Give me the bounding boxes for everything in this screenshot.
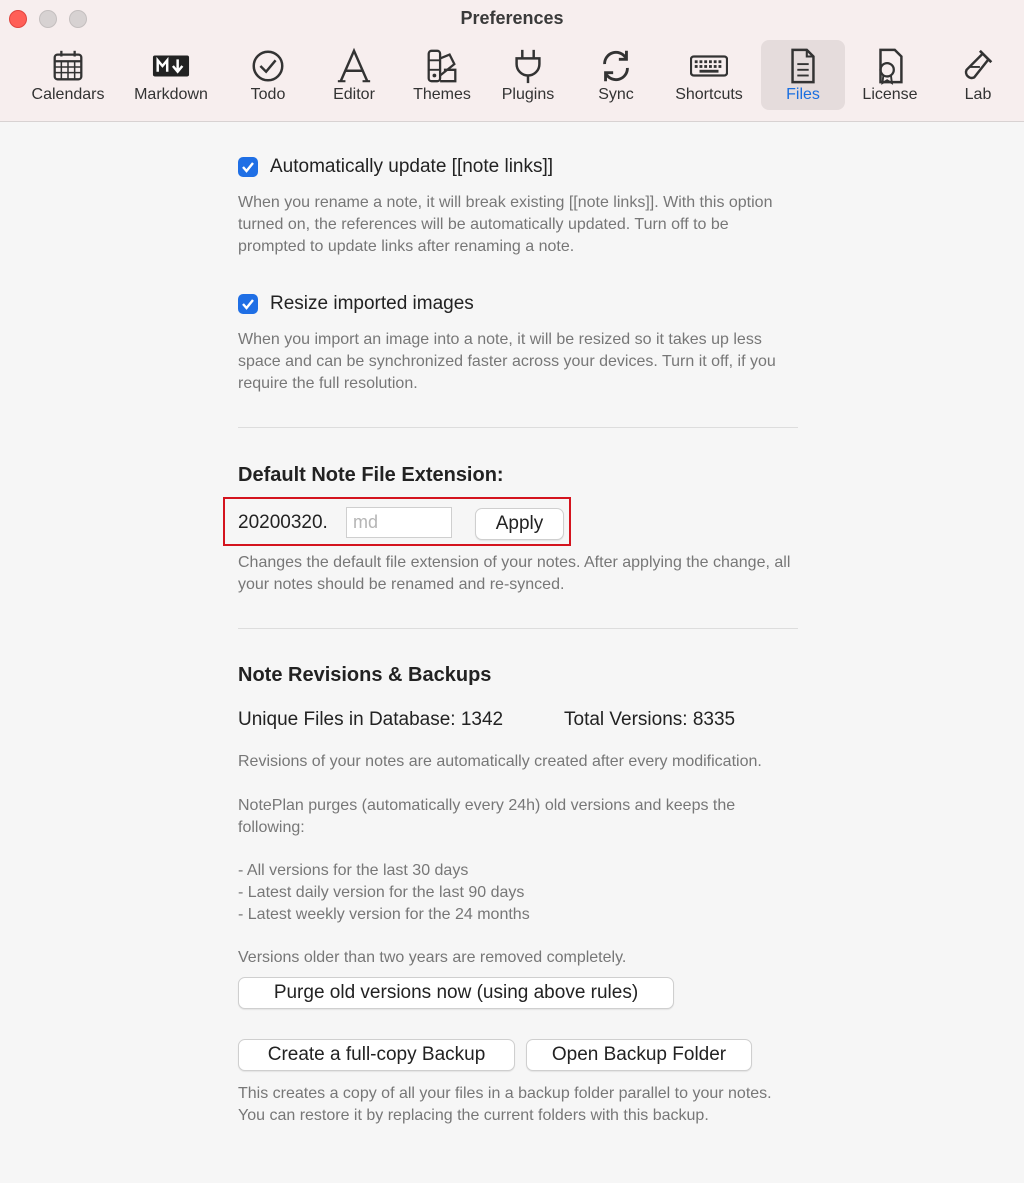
update-links-description: When you rename a note, it will break ex… (238, 194, 773, 255)
open-backup-folder-button[interactable]: Open Backup Folder (526, 1039, 752, 1071)
tab-license[interactable]: License (854, 40, 926, 110)
purge-old-versions-button[interactable]: Purge old versions now (using above rule… (238, 977, 674, 1009)
plugin-plug-icon (508, 46, 548, 86)
extension-description: Changes the default file extension of yo… (238, 554, 791, 593)
file-icon (783, 46, 823, 86)
tab-label: Themes (413, 86, 471, 103)
license-icon (870, 46, 910, 86)
tab-plugins[interactable]: Plugins (494, 40, 562, 110)
preferences-toolbar: Calendars Markdown Todo Editor Themes Pl… (0, 40, 1024, 112)
update-links-label: Automatically update [[note links]] (270, 156, 554, 177)
todo-check-icon (248, 46, 288, 86)
total-versions-count: Total Versions: 8335 (564, 709, 736, 730)
tab-lab[interactable]: Lab (950, 40, 1006, 110)
tab-label: Shortcuts (675, 86, 743, 103)
tab-label: Markdown (134, 86, 208, 103)
resize-images-label: Resize imported images (270, 293, 474, 314)
themes-palette-icon (422, 46, 462, 86)
tab-shortcuts[interactable]: Shortcuts (664, 40, 754, 110)
revisions-heading: Note Revisions & Backups (238, 664, 492, 686)
keyboard-icon (689, 46, 729, 86)
apply-button[interactable]: Apply (475, 508, 564, 540)
title-bar: Preferences Calendars Markdown Todo Edit… (0, 0, 1024, 122)
resize-images-description: When you import an image into a note, it… (238, 331, 776, 392)
purge-policy-description: NotePlan purges (automatically every 24h… (238, 797, 736, 836)
tab-label: Plugins (501, 86, 555, 103)
tab-editor[interactable]: Editor (322, 40, 386, 110)
sync-icon (596, 46, 636, 86)
tab-label: Sync (598, 86, 634, 103)
tab-label: License (862, 86, 918, 103)
purge-rule-item: - Latest weekly version for the 24 month… (238, 906, 530, 923)
revisions-description: Revisions of your notes are automaticall… (238, 753, 762, 770)
extension-heading: Default Note File Extension: (238, 464, 504, 486)
tab-todo[interactable]: Todo (238, 40, 298, 110)
resize-images-checkbox-row[interactable]: Resize imported images (238, 293, 474, 315)
update-links-checkbox[interactable] (238, 157, 258, 177)
tab-markdown[interactable]: Markdown (124, 40, 218, 110)
tab-calendars[interactable]: Calendars (24, 40, 112, 110)
tab-label: Editor (333, 86, 375, 103)
section-divider (238, 427, 798, 428)
window-title: Preferences (460, 8, 564, 28)
tab-label: Calendars (31, 86, 105, 103)
editor-font-icon (334, 46, 374, 86)
tab-label: Files (786, 86, 820, 103)
markdown-icon (151, 46, 191, 86)
extension-input[interactable] (346, 507, 452, 538)
backup-description: This creates a copy of all your files in… (238, 1085, 772, 1124)
resize-images-checkbox[interactable] (238, 294, 258, 314)
update-links-checkbox-row[interactable]: Automatically update [[note links]] (238, 156, 553, 178)
purge-rule-item: - Latest daily version for the last 90 d… (238, 884, 525, 901)
create-backup-button[interactable]: Create a full-copy Backup (238, 1039, 515, 1071)
lab-flask-icon (958, 46, 998, 86)
unique-files-count: Unique Files in Database: 1342 (238, 709, 504, 730)
calendar-icon (48, 46, 88, 86)
checkmark-icon (242, 162, 254, 173)
tab-label: Lab (964, 86, 992, 103)
section-divider (238, 628, 798, 629)
checkmark-icon (242, 299, 254, 310)
purge-rule-item: - All versions for the last 30 days (238, 862, 469, 879)
tab-label: Todo (250, 86, 286, 103)
tab-files[interactable]: Files (761, 40, 845, 110)
tab-sync[interactable]: Sync (588, 40, 644, 110)
tab-themes[interactable]: Themes (404, 40, 480, 110)
extension-prefix: 20200320. (238, 512, 328, 533)
versions-removal-note: Versions older than two years are remove… (238, 949, 627, 966)
